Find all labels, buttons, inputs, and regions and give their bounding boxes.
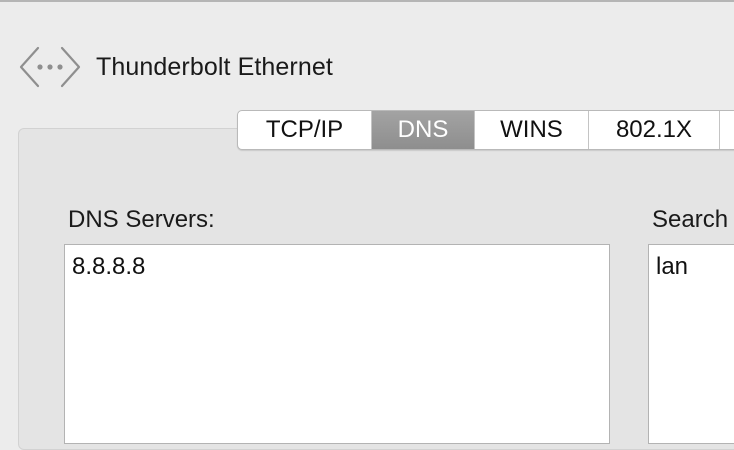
interface-name: Thunderbolt Ethernet	[96, 52, 333, 81]
dns-servers-list[interactable]: 8.8.8.8	[64, 244, 610, 444]
network-interface-icon	[19, 46, 81, 88]
dns-server-entry[interactable]: 8.8.8.8	[65, 245, 609, 281]
interface-header: Thunderbolt Ethernet	[18, 44, 333, 90]
search-domains-list[interactable]: lan	[648, 244, 734, 444]
tab-overflow[interactable]	[720, 111, 734, 149]
tab-802-1x[interactable]: 802.1X	[589, 111, 720, 149]
tab-tcp-ip[interactable]: TCP/IP	[238, 111, 372, 149]
window-top-border	[0, 0, 734, 2]
tab-dns[interactable]: DNS	[372, 111, 475, 149]
tab-wins[interactable]: WINS	[475, 111, 589, 149]
dns-servers-label: DNS Servers:	[68, 206, 215, 233]
settings-tab-bar: TCP/IP DNS WINS 802.1X	[237, 110, 734, 150]
search-domain-entry[interactable]: lan	[649, 245, 734, 281]
search-domains-label: Search	[652, 206, 729, 233]
